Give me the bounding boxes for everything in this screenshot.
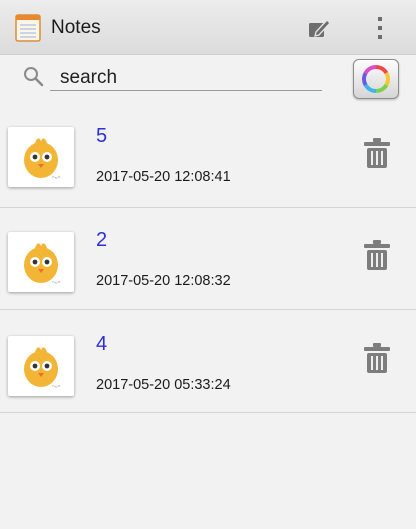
- color-wheel-icon: [362, 65, 390, 93]
- trash-icon[interactable]: [362, 137, 392, 169]
- trash-icon[interactable]: [362, 239, 392, 271]
- list-item[interactable]: ᵔᵕᵔ 4 2017-05-20 05:33:24: [0, 310, 416, 413]
- search-input[interactable]: [50, 65, 322, 91]
- note-thumbnail: ᵔᵕᵔ: [8, 232, 74, 292]
- edit-icon[interactable]: [306, 15, 332, 41]
- svg-text:ᵔᵕᵔ: ᵔᵕᵔ: [52, 175, 61, 183]
- list-item[interactable]: ᵔᵕᵔ 2 2017-05-20 12:08:32: [0, 207, 416, 310]
- search-bar: [0, 55, 416, 105]
- app-bar: Notes: [0, 0, 416, 55]
- search-icon: [24, 67, 44, 87]
- note-thumbnail: ᵔᵕᵔ: [8, 336, 74, 396]
- overflow-menu-icon[interactable]: [368, 14, 392, 42]
- app-title: Notes: [51, 17, 101, 38]
- note-thumbnail: ᵔᵕᵔ: [8, 127, 74, 187]
- note-date: 2017-05-20 12:08:41: [96, 169, 231, 185]
- list-item[interactable]: ᵔᵕᵔ 5 2017-05-20 12:08:41: [0, 105, 416, 208]
- color-picker-button[interactable]: [353, 59, 399, 99]
- svg-text:ᵔᵕᵔ: ᵔᵕᵔ: [52, 280, 61, 288]
- chick-icon: ᵔᵕᵔ: [24, 138, 61, 183]
- note-date: 2017-05-20 05:33:24: [96, 377, 231, 393]
- notepad-icon: [15, 14, 41, 42]
- chick-icon: ᵔᵕᵔ: [24, 243, 61, 288]
- note-title: 5: [96, 125, 108, 147]
- note-title: 4: [96, 333, 108, 355]
- svg-text:ᵔᵕᵔ: ᵔᵕᵔ: [52, 384, 61, 392]
- note-title: 2: [96, 229, 108, 251]
- note-date: 2017-05-20 12:08:32: [96, 273, 231, 289]
- trash-icon[interactable]: [362, 342, 392, 374]
- chick-icon: ᵔᵕᵔ: [24, 347, 61, 392]
